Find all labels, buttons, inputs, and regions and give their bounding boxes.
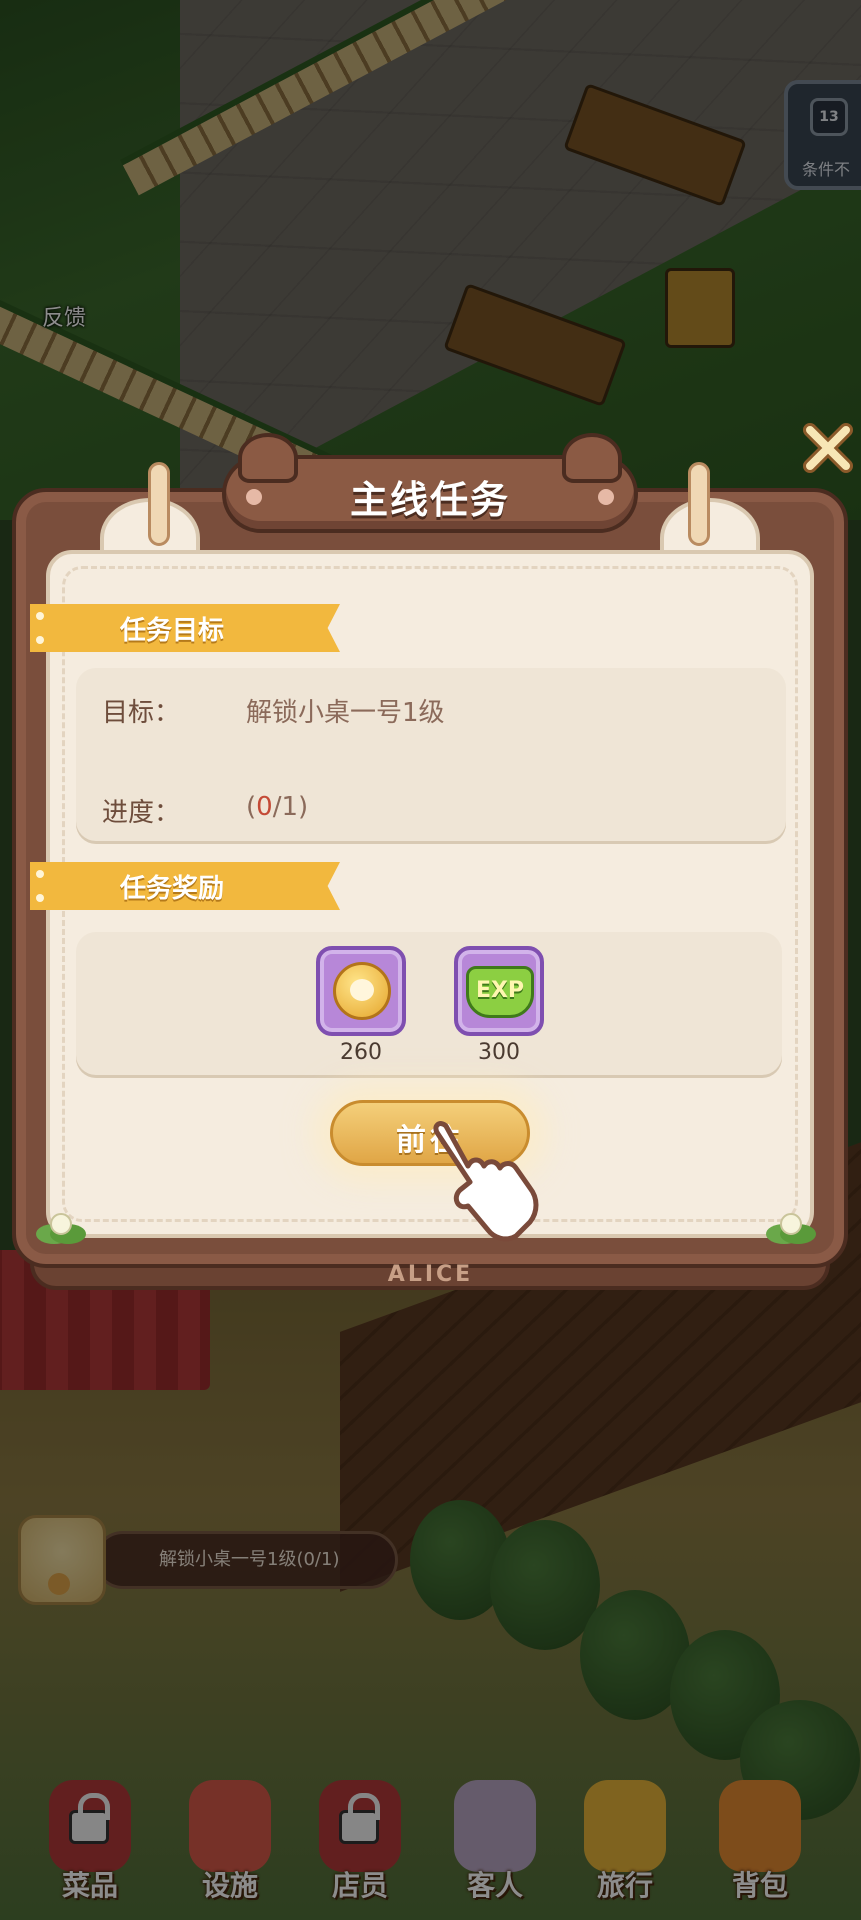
pin-icon [36,894,44,902]
paw-icon [350,979,374,1001]
reward-frame: EXP [454,946,544,1036]
progress-label: 进度： [102,798,181,828]
reward-amount: 300 [478,1040,520,1065]
pointer-hand-icon [433,1121,539,1242]
close-icon [803,423,853,473]
progress-current: 0 [256,792,273,822]
binder-ring [148,462,170,546]
paw-coin-icon [333,962,391,1020]
reward-coin[interactable]: 260 [316,946,406,1065]
dialog-title: 主线任务 [349,478,510,522]
progress-open: ( [246,792,257,822]
title-plaque: 主线任务 [222,433,638,533]
objective-value: 解锁小桌一号1级 [246,698,445,728]
leaf-flower-icon [36,1213,86,1244]
objective-ribbon: 任务目标 [30,604,340,652]
reward-amount: 260 [340,1040,382,1065]
reward-ribbon: 任务奖励 [30,862,340,910]
reward-box: 260 EXP 300 [76,932,782,1078]
objective-box: 目标： 解锁小桌一号1级 进度： (0/1) [76,668,786,844]
progress-value: (0/1) [246,792,308,822]
exp-icon: EXP [466,966,534,1018]
progress-total: /1) [272,792,309,822]
objective-label: 目标： [102,698,181,728]
reward-section-title: 任务奖励 [120,874,225,904]
reward-exp[interactable]: EXP 300 [454,946,544,1065]
reward-frame [316,946,406,1036]
pin-icon [36,870,44,878]
pin-icon [36,636,44,644]
leaf-flower-icon [766,1213,816,1244]
objective-section-title: 任务目标 [120,616,225,646]
close-button[interactable] [800,420,856,476]
pin-icon [36,612,44,620]
binder-ring [688,462,710,546]
brand-footer: ALICE [387,1262,474,1287]
